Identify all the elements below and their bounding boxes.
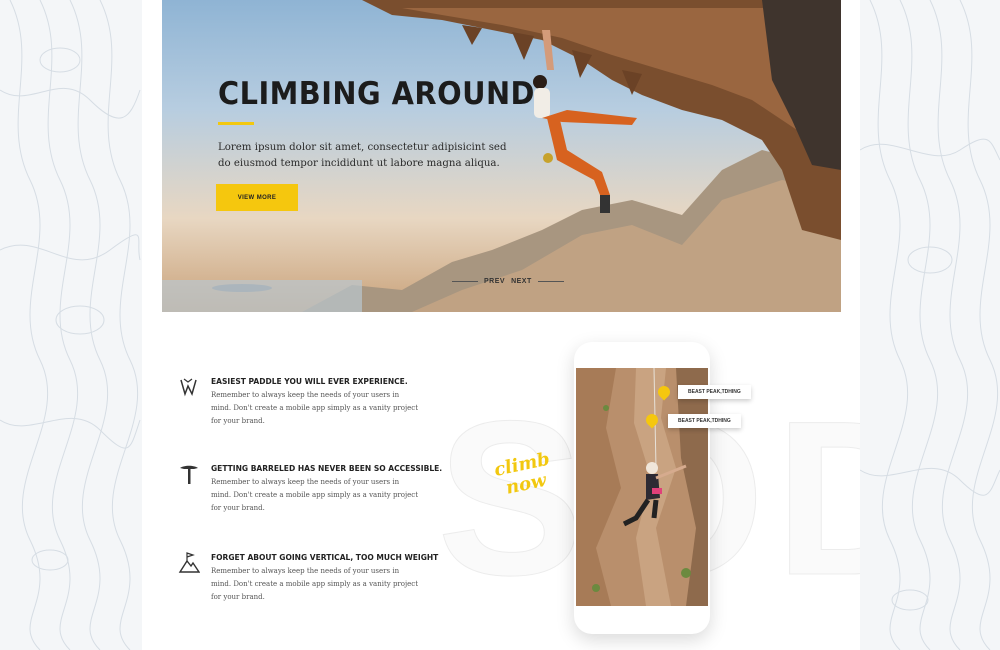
feature-text: Remember to always keep the needs of you… xyxy=(211,478,419,512)
feature-title: GETTING BARRELED HAS NEVER BEEN SO ACCES… xyxy=(211,463,443,473)
hero-banner: CLIMBING AROUND Lorem ipsum dolor sit am… xyxy=(162,0,841,312)
view-more-button[interactable]: VIEW MORE xyxy=(216,184,298,211)
nav-line-left xyxy=(452,281,478,282)
phone-climbing-photo xyxy=(576,368,708,606)
climbing-shoe-icon xyxy=(180,378,197,397)
landing-page: CLIMBING AROUND Lorem ipsum dolor sit am… xyxy=(142,0,860,650)
hero-description: Lorem ipsum dolor sit amet, consectetur … xyxy=(218,142,507,169)
slider-nav: PREV NEXT xyxy=(452,278,564,285)
phone-mockup: BEAST PEAK,TDHING BEAST PEAK,TDHING xyxy=(574,342,751,634)
feature-title: FORGET ABOUT GOING VERTICAL, TOO MUCH WE… xyxy=(211,552,439,562)
mountain-flag-icon xyxy=(178,552,200,573)
location-tag[interactable]: BEAST PEAK,TDHING xyxy=(668,414,741,428)
feature-title: EASIEST PADDLE YOU WILL EVER EXPERIENCE. xyxy=(211,376,408,386)
next-link[interactable]: NEXT xyxy=(511,278,532,285)
feature-text: Remember to always keep the needs of you… xyxy=(211,567,419,601)
hero-title: CLIMBING AROUND xyxy=(218,76,535,112)
title-underline xyxy=(218,122,254,125)
nav-line-right xyxy=(537,281,564,282)
ice-axe-icon xyxy=(180,465,198,484)
prev-link[interactable]: PREV xyxy=(484,278,505,285)
location-tag[interactable]: BEAST PEAK,TDHING xyxy=(678,385,751,399)
feature-text: Remember to always keep the needs of you… xyxy=(211,391,419,425)
phone-screen xyxy=(576,368,708,606)
